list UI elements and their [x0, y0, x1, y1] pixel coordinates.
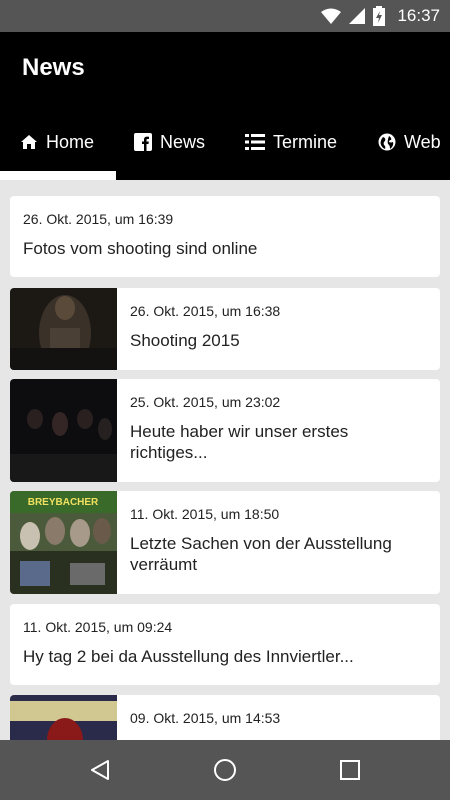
app-bar: News — [0, 32, 450, 104]
news-headline: Heute haber wir unser erstes richtiges..… — [130, 422, 349, 462]
news-thumbnail: BREYBACHER — [10, 491, 117, 594]
news-card[interactable]: 09. Okt. 2015, um 14:53 — [10, 695, 440, 740]
globe-icon — [378, 133, 396, 151]
news-card[interactable]: BREYBACHER 11. Okt. 2015, um 18:50 Letzt… — [10, 491, 440, 594]
news-date: 09. Okt. 2015, um 14:53 — [130, 710, 281, 726]
news-card[interactable]: 25. Okt. 2015, um 23:02 Heute haber wir … — [10, 379, 440, 482]
tab-bar: Home News Termine Web — [0, 104, 450, 180]
news-headline: Hy tag 2 bei da Ausstellung des Innviert… — [23, 647, 354, 666]
news-feed[interactable]: 26. Okt. 2015, um 16:39 Fotos vom shooti… — [0, 180, 450, 740]
news-date: 26. Okt. 2015, um 16:38 — [130, 303, 281, 319]
battery-charging-icon — [373, 6, 386, 26]
news-headline: Letzte Sachen von der Ausstellung verräu… — [130, 534, 392, 574]
back-button[interactable] — [85, 755, 115, 785]
home-circle-icon — [214, 759, 236, 781]
facebook-icon — [134, 133, 152, 151]
thumbnail-sign-text: BREYBACHER — [28, 497, 99, 508]
news-headline: Fotos vom shooting sind online — [23, 239, 258, 258]
tab-termine-label: Termine — [273, 131, 338, 152]
news-date: 25. Okt. 2015, um 23:02 — [130, 394, 281, 410]
recents-button[interactable] — [335, 755, 365, 785]
tab-web-label: Web — [404, 131, 441, 152]
list-icon — [245, 134, 265, 150]
news-card[interactable]: 26. Okt. 2015, um 16:38 Shooting 2015 — [10, 288, 440, 370]
news-thumbnail — [10, 695, 117, 740]
tab-home[interactable]: Home — [20, 122, 94, 162]
news-card[interactable]: 11. Okt. 2015, um 09:24 Hy tag 2 bei da … — [10, 604, 440, 685]
news-card[interactable]: 26. Okt. 2015, um 16:39 Fotos vom shooti… — [10, 196, 440, 277]
news-date: 11. Okt. 2015, um 09:24 — [23, 619, 173, 635]
tab-termine[interactable]: Termine — [245, 122, 337, 162]
news-thumbnail — [10, 379, 117, 482]
news-date: 11. Okt. 2015, um 18:50 — [130, 506, 280, 522]
selected-tab-indicator — [0, 171, 116, 180]
wifi-icon — [321, 8, 342, 24]
status-time: 16:37 — [397, 6, 440, 25]
news-date: 26. Okt. 2015, um 16:39 — [23, 211, 174, 227]
home-button[interactable] — [210, 755, 240, 785]
tab-news[interactable]: News — [134, 122, 205, 162]
cellular-signal-icon — [349, 8, 366, 24]
recents-icon — [340, 760, 360, 780]
page-title: News — [22, 54, 85, 81]
system-navigation-bar — [0, 740, 450, 800]
tab-news-label: News — [160, 131, 206, 152]
news-thumbnail — [10, 288, 117, 370]
status-bar: 16:37 — [0, 0, 450, 32]
home-icon — [21, 135, 37, 149]
back-icon — [91, 760, 109, 780]
news-headline: Shooting 2015 — [130, 331, 240, 350]
tab-home-label: Home — [46, 131, 95, 152]
tab-web[interactable]: Web — [378, 122, 441, 162]
